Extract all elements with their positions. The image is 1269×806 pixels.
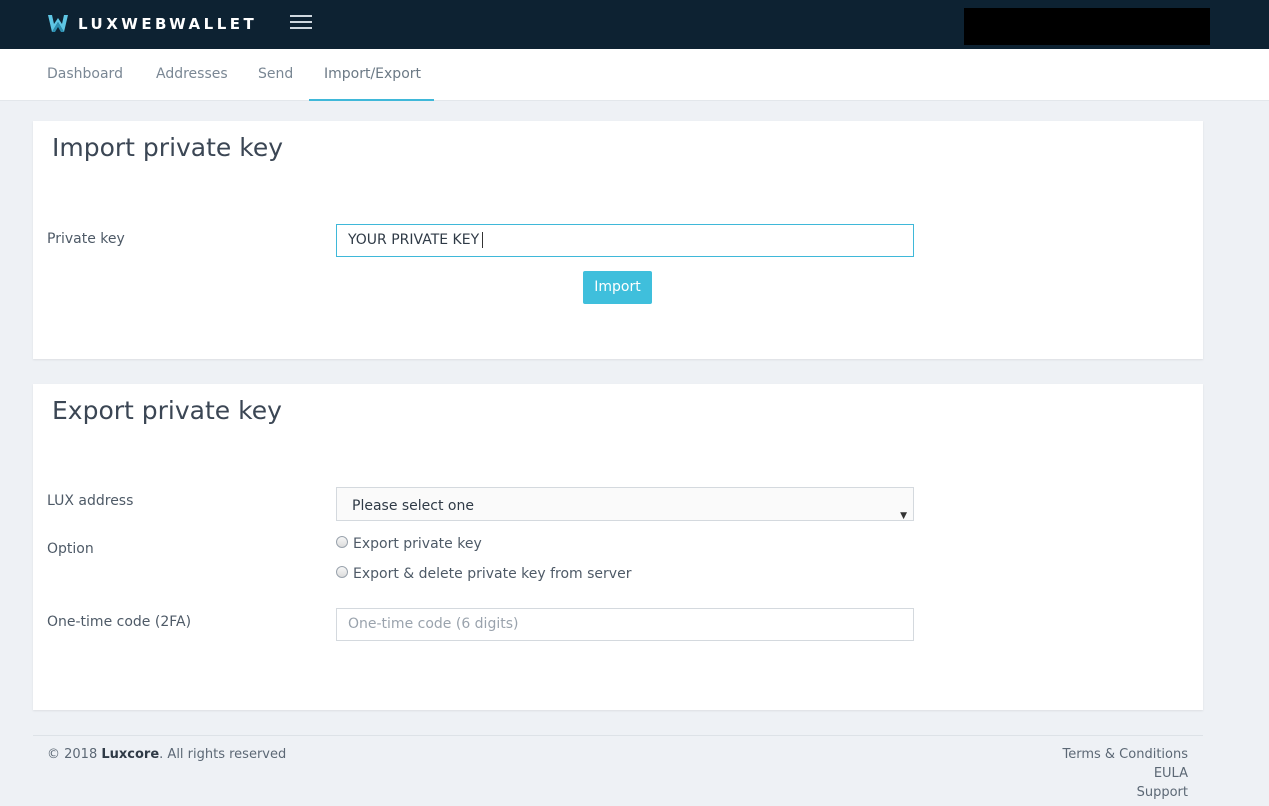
import-panel-title: Import private key bbox=[52, 133, 284, 162]
copyright: © 2018 Luxcore. All rights reserved bbox=[47, 747, 287, 762]
tab-import-export[interactable]: Import/Export bbox=[309, 49, 434, 101]
radio-export-icon[interactable] bbox=[336, 536, 348, 548]
support-link[interactable]: Support bbox=[1137, 785, 1188, 800]
import-button[interactable]: Import bbox=[583, 271, 652, 304]
logo-text: LUXWEBWALLET bbox=[78, 15, 258, 33]
logo[interactable]: LUXWEBWALLET bbox=[47, 13, 257, 35]
eula-link[interactable]: EULA bbox=[1154, 766, 1188, 781]
option-label: Option bbox=[47, 541, 94, 557]
export-panel: Export private key LUX address Please se… bbox=[33, 384, 1203, 710]
top-bar: LUXWEBWALLET bbox=[0, 0, 1269, 49]
option-export-delete[interactable]: Export & delete private key from server bbox=[336, 566, 631, 582]
private-key-label: Private key bbox=[47, 231, 125, 247]
private-key-value: YOUR PRIVATE KEY bbox=[348, 232, 480, 248]
tab-send[interactable]: Send bbox=[258, 49, 293, 101]
tab-addresses[interactable]: Addresses bbox=[156, 49, 228, 101]
copyright-brand: Luxcore bbox=[101, 747, 160, 762]
footer-divider bbox=[33, 735, 1203, 736]
import-panel: Import private key Private key YOUR PRIV… bbox=[33, 121, 1203, 359]
export-panel-title: Export private key bbox=[52, 396, 282, 425]
option-export-delete-label: Export & delete private key from server bbox=[353, 566, 632, 582]
nav-bar: Dashboard Addresses Send Import/Export bbox=[0, 49, 1269, 101]
lux-address-select[interactable]: Please select one ▼ bbox=[336, 487, 914, 521]
otp-input[interactable]: One-time code (6 digits) bbox=[336, 608, 914, 641]
otp-label: One-time code (2FA) bbox=[47, 614, 192, 630]
option-export[interactable]: Export private key bbox=[336, 536, 482, 552]
radio-export-delete-icon[interactable] bbox=[336, 566, 348, 578]
account-box[interactable] bbox=[964, 8, 1210, 45]
text-cursor bbox=[482, 232, 484, 248]
private-key-input[interactable]: YOUR PRIVATE KEY bbox=[336, 224, 914, 257]
lux-address-label: LUX address bbox=[47, 493, 134, 509]
lux-address-selected: Please select one bbox=[352, 498, 474, 514]
dropdown-arrow-icon: ▼ bbox=[900, 511, 907, 521]
option-export-label: Export private key bbox=[353, 536, 482, 552]
tab-dashboard[interactable]: Dashboard bbox=[47, 49, 123, 101]
terms-link[interactable]: Terms & Conditions bbox=[1063, 747, 1189, 762]
luxcore-logo-icon bbox=[47, 14, 69, 34]
hamburger-icon[interactable] bbox=[290, 15, 312, 33]
